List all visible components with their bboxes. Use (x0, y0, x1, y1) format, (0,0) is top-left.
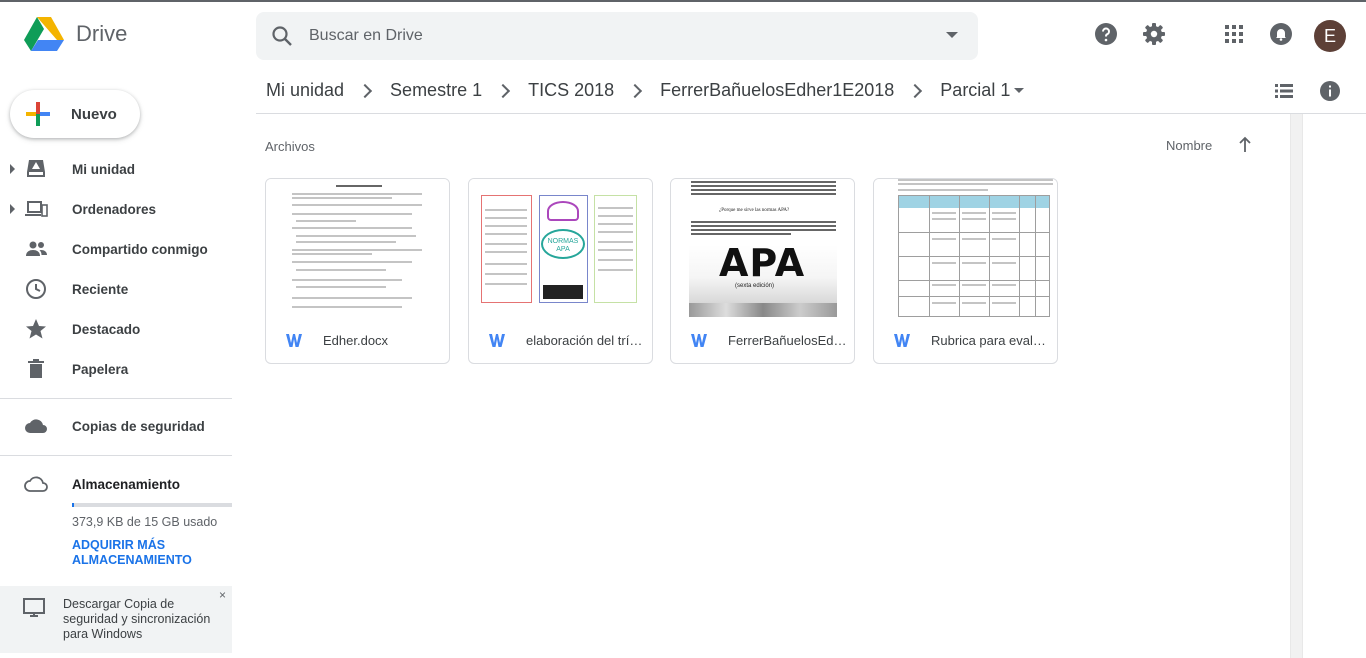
buy-storage-link[interactable]: ADQUIRIR MÁS ALMACENAMIENTO (72, 538, 212, 568)
new-button-label: Nuevo (71, 105, 117, 123)
plus-icon (26, 102, 50, 126)
expand-arrow-icon[interactable] (10, 164, 15, 174)
file-footer: elaboración del tríptico.docx (469, 317, 652, 363)
chevron-right-icon (628, 83, 643, 98)
cloud-icon (25, 419, 47, 433)
storage-usage-text: 373,9 KB de 15 GB usado (72, 515, 218, 529)
vertical-scrollbar[interactable] (1290, 114, 1303, 658)
search-bar[interactable] (256, 12, 978, 60)
cloud-outline-icon (24, 476, 48, 492)
sidebar-item-label: Copias de seguridad (72, 418, 205, 434)
breadcrumb-item-folder[interactable]: FerrerBañuelosEdher1E2018 (650, 80, 904, 101)
settings-icon[interactable] (1142, 22, 1166, 46)
file-card[interactable]: ¿Porque me sirve las normas APA? APA (se… (670, 178, 855, 364)
search-icon[interactable] (270, 24, 294, 48)
breadcrumb-item-current[interactable]: Parcial 1 (930, 80, 1010, 101)
apa-caption: (sexta edición) (735, 283, 775, 289)
file-name: elaboración del tríptico.docx (526, 332, 646, 348)
word-doc-icon (894, 334, 910, 347)
sidebar-divider (0, 398, 232, 399)
file-thumbnail (266, 179, 449, 317)
sort-by-name-button[interactable]: Nombre (1166, 138, 1212, 153)
file-card[interactable]: Edher.docx (265, 178, 450, 364)
backup-sync-promo[interactable]: Descargar Copia de seguridad y sincroniz… (0, 586, 232, 653)
sidebar-item-label: Papelera (72, 361, 129, 377)
sidebar-item-my-drive[interactable]: Mi unidad (0, 149, 232, 189)
file-thumbnail: ¿Porque me sirve las normas APA? APA (se… (671, 179, 854, 317)
promo-text: Descargar Copia de seguridad y sincroniz… (63, 597, 211, 641)
file-footer: Rubrica para evaluar.docx (874, 317, 1057, 363)
folder-menu-caret-icon[interactable] (1014, 88, 1025, 93)
sidebar-item-label: Destacado (72, 321, 141, 337)
file-thumbnail: NORMAS APA (469, 179, 652, 317)
sidebar-item-label: Reciente (72, 281, 129, 297)
file-name: Rubrica para evaluar.docx (931, 332, 1051, 348)
trash-icon (28, 359, 44, 378)
sidebar-item-trash[interactable]: Papelera (0, 349, 232, 389)
drive-logo-icon (24, 17, 64, 51)
sidebar-item-shared[interactable]: Compartido conmigo (0, 229, 232, 269)
computers-icon (25, 201, 48, 217)
shared-icon (26, 241, 47, 256)
sidebar-item-backups[interactable]: Copias de seguridad (0, 406, 232, 446)
breadcrumb-item-tics[interactable]: TICS 2018 (518, 80, 624, 101)
list-view-icon[interactable] (1272, 79, 1296, 103)
sidebar: Nuevo Mi unidad Ordenadores Compartido c… (0, 68, 240, 658)
search-options-caret-icon[interactable] (946, 32, 958, 38)
word-doc-icon (691, 334, 707, 347)
file-list-area: Archivos Nombre Edher.docx NORMAS APA el… (240, 114, 1290, 658)
sidebar-item-starred[interactable]: Destacado (0, 309, 232, 349)
file-footer: Edher.docx (266, 317, 449, 363)
file-thumbnail (874, 179, 1057, 317)
help-icon[interactable] (1094, 22, 1118, 46)
expand-arrow-icon[interactable] (10, 204, 15, 214)
chevron-right-icon (357, 83, 373, 98)
file-name: FerrerBañuelosEdher.docx (728, 332, 848, 348)
apa-heading: ¿Porque me sirve las normas APA? (719, 208, 790, 213)
top-bar: Drive Buscar en Drive E (0, 0, 1366, 68)
section-title: Archivos (265, 139, 315, 154)
apps-grid-icon[interactable] (1222, 22, 1246, 46)
sidebar-item-storage[interactable]: Almacenamiento (0, 464, 232, 504)
word-doc-icon (489, 334, 505, 347)
my-drive-icon (27, 160, 45, 177)
search-input[interactable] (309, 27, 909, 45)
sidebar-item-recent[interactable]: Reciente (0, 269, 232, 309)
file-card[interactable]: NORMAS APA elaboración del tríptico.docx (468, 178, 653, 364)
drive-app: Drive Buscar en Drive E Mi unidad Semest… (0, 0, 1366, 658)
computer-monitor-icon (23, 598, 45, 617)
new-button[interactable]: Nuevo (10, 90, 140, 138)
storage-usage-bar (72, 503, 232, 507)
brochure-title: NORMAS APA (541, 229, 585, 259)
sidebar-item-label: Compartido conmigo (72, 241, 208, 257)
apa-logo-text: APA (719, 241, 806, 285)
chevron-right-icon (496, 83, 511, 98)
drive-logo[interactable]: Drive (24, 16, 127, 52)
arrow-up-icon[interactable] (1236, 136, 1254, 154)
breadcrumb-item-semestre[interactable]: Semestre 1 (380, 80, 492, 101)
app-name: Drive (76, 21, 128, 46)
file-footer: FerrerBañuelosEdher.docx (671, 317, 854, 363)
sidebar-divider (0, 455, 232, 456)
clock-icon (26, 279, 46, 299)
storage-usage-fill (72, 503, 74, 507)
close-icon[interactable]: × (219, 588, 226, 602)
star-icon (26, 319, 46, 339)
breadcrumb-item-mi-unidad[interactable]: Mi unidad (256, 80, 354, 101)
file-name: Edher.docx (323, 332, 389, 348)
word-doc-icon (286, 334, 302, 347)
sidebar-item-label: Ordenadores (72, 201, 157, 217)
sidebar-item-computers[interactable]: Ordenadores (0, 189, 232, 229)
file-card[interactable]: Rubrica para evaluar.docx (873, 178, 1058, 364)
info-icon[interactable] (1318, 79, 1342, 103)
sidebar-item-label: Almacenamiento (72, 476, 181, 492)
notifications-icon[interactable] (1269, 22, 1293, 46)
account-avatar[interactable]: E (1314, 20, 1346, 52)
breadcrumb: Mi unidad Semestre 1 TICS 2018 FerrerBañ… (256, 68, 1366, 114)
chevron-right-icon (908, 83, 923, 98)
sidebar-item-label: Mi unidad (72, 161, 135, 177)
